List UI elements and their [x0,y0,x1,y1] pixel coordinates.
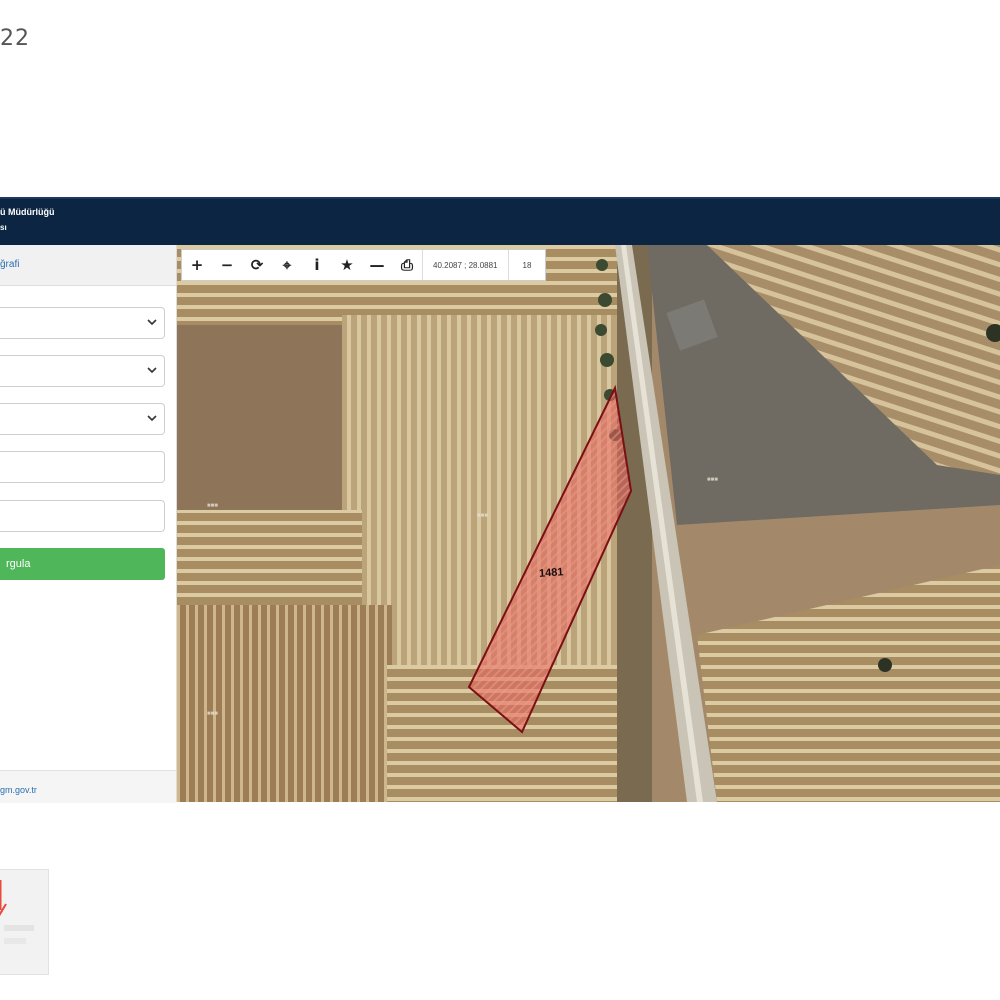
district-select[interactable] [0,355,165,387]
refresh-icon[interactable]: ⟳ [242,250,272,280]
zoom-in-icon[interactable]: + [182,250,212,280]
locate-icon[interactable]: ⌖ [272,250,302,280]
map-view[interactable]: ■■■ ■■■ ■■■ ■■■ 1481 + − ⟳ ⌖ i ★ — ⎙ 40.… [177,245,1000,802]
zoom-out-icon[interactable]: − [212,250,242,280]
map-toolbar: + − ⟳ ⌖ i ★ — ⎙ 40.2087 ; 28.0881 18 [181,249,547,281]
parcel-polygon[interactable] [467,384,633,734]
zoom-level: 18 [507,250,546,280]
coordinate-readout: 40.2087 ; 28.0881 [422,250,508,280]
sidebar-tab[interactable]: ğrafi [0,245,176,286]
print-icon[interactable]: ⎙ [392,250,422,280]
sidebar-footer: gm.gov.tr [0,770,176,803]
header-subtitle: sı [0,223,7,232]
arrow-down-icon [0,880,34,944]
measure-icon[interactable]: — [362,250,392,280]
header-title: ü Müdürlüğü [0,207,55,217]
footer-link[interactable]: gm.gov.tr [0,785,37,795]
star-icon[interactable]: ★ [332,250,362,280]
app-header: ü Müdürlüğü sı [0,197,1000,245]
block-input[interactable] [0,451,165,483]
chevron-down-icon [147,319,157,326]
selected-parcel[interactable] [177,245,1000,802]
chevron-down-icon [147,367,157,374]
parcel-input[interactable] [0,500,165,532]
neighborhood-select[interactable] [0,403,165,435]
chevron-down-icon [147,415,157,422]
province-select[interactable] [0,307,165,339]
page-number: 22 [0,26,30,51]
query-button[interactable]: rgula [0,548,165,580]
thumbnail[interactable] [0,869,49,975]
sidebar: ğrafi rgula gm.gov.tr [0,245,177,803]
parcel-number-label: 1481 [538,566,564,580]
info-icon[interactable]: i [302,250,332,280]
query-button-label: rgula [6,558,31,570]
sidebar-tab-label: ğrafi [0,259,20,270]
